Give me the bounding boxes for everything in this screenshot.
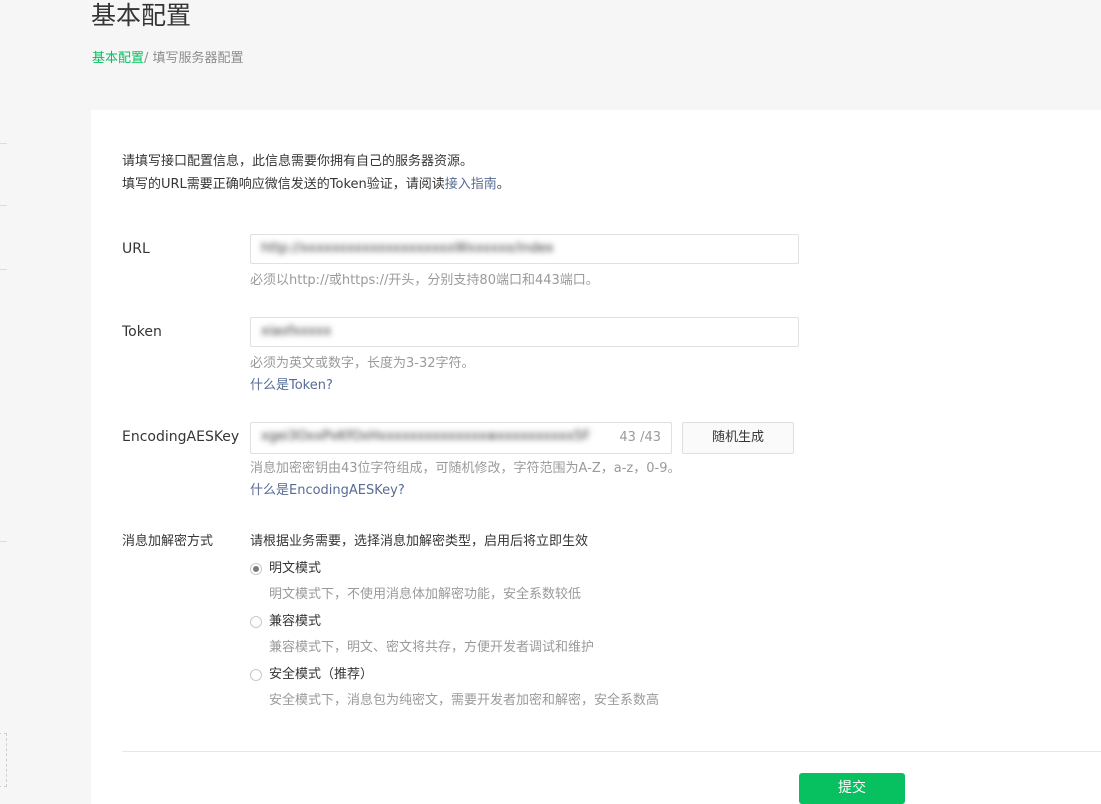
intro-line-2: 填写的URL需要正确响应微信发送的Token验证，请阅读接入指南。 [122,173,510,196]
breadcrumb-link[interactable]: 基本配置 [92,51,144,66]
encryption-description: 请根据业务需要，选择消息加解密类型，启用后将立即生效 [250,534,589,549]
token-input[interactable]: xiaofxxxxx [250,317,799,347]
secure-mode-desc: 安全模式下，消息包为纯密文，需要开发者加密和解密，安全系数高 [269,693,660,708]
sidebar-divider [0,143,7,144]
breadcrumb-separator: / [144,51,153,66]
page: 基本配置 基本配置/ 填写服务器配置 请填写接口配置信息，此信息需要你拥有自己的… [0,0,1101,804]
url-input-value: http://xxxxxxxxxxxxxxxxxxxxWxxxxxx/index [261,241,554,256]
page-title: 基本配置 [91,1,192,30]
intro-line-1: 请填写接口配置信息，此信息需要你拥有自己的服务器资源。 [122,154,474,169]
compatible-mode-desc: 兼容模式下，明文、密文将共存，方便开发者调试和维护 [269,640,595,655]
form-divider [122,751,1101,752]
random-generate-button[interactable]: 随机生成 [682,422,794,454]
radio-secure-mode[interactable]: 安全模式（推荐） [250,666,373,684]
plaintext-mode-desc: 明文模式下，不使用消息体加解密功能，安全系数较低 [269,587,582,602]
aeskey-input[interactable]: xgei3OxxPxKfOxHxxxxxxxxxxxxxxwxxxxxxxxxx… [250,422,672,454]
token-label: Token [122,324,162,340]
radio-checked-icon[interactable] [250,563,262,575]
radio-unchecked-icon[interactable] [250,616,262,628]
url-input[interactable]: http://xxxxxxxxxxxxxxxxxxxxWxxxxxx/index [250,234,799,264]
sidebar-divider [0,269,7,270]
aeskey-label: EncodingAESKey [122,429,240,445]
intro-text: 请填写接口配置信息，此信息需要你拥有自己的服务器资源。 填写的URL需要正确响应… [122,150,510,196]
sidebar-dashed-box [0,733,7,787]
url-label: URL [122,241,150,257]
token-help-link[interactable]: 什么是Token? [250,377,333,395]
radio-plaintext-mode[interactable]: 明文模式 [250,560,321,578]
aeskey-tip: 消息加密密钥由43位字符组成，可随机修改，字符范围为A-Z，a-z，0-9。 [250,461,681,476]
submit-button[interactable]: 提交 [799,773,905,804]
radio-label: 安全模式（推荐） [269,667,374,682]
radio-label: 明文模式 [269,561,322,576]
intro-line-2-text: 填写的URL需要正确响应微信发送的Token验证，请阅读 [122,177,445,192]
breadcrumb: 基本配置/ 填写服务器配置 [92,50,244,68]
radio-unchecked-icon[interactable] [250,669,262,681]
aeskey-help-link[interactable]: 什么是EncodingAESKey? [250,482,405,500]
intro-line-2-end: 。 [496,177,510,192]
aeskey-char-count: 43 /43 [619,430,661,445]
aeskey-input-value: xgei3OxxPxKfOxHxxxxxxxxxxxxxxwxxxxxxxxxx… [261,429,591,444]
config-card: 请填写接口配置信息，此信息需要你拥有自己的服务器资源。 填写的URL需要正确响应… [91,110,1101,804]
access-guide-link[interactable]: 接入指南 [445,177,497,192]
radio-compatible-mode[interactable]: 兼容模式 [250,613,321,631]
url-tip: 必须以http://或https://开头，分别支持80端口和443端口。 [250,273,599,288]
breadcrumb-current: 填写服务器配置 [152,51,244,66]
token-input-value: xiaofxxxxx [261,324,332,339]
sidebar-edge [0,0,10,804]
sidebar-divider [0,205,7,206]
token-tip: 必须为英文或数字，长度为3-32字符。 [250,356,475,371]
encryption-label: 消息加解密方式 [122,534,214,549]
radio-label: 兼容模式 [269,614,322,629]
sidebar-divider [0,541,7,542]
